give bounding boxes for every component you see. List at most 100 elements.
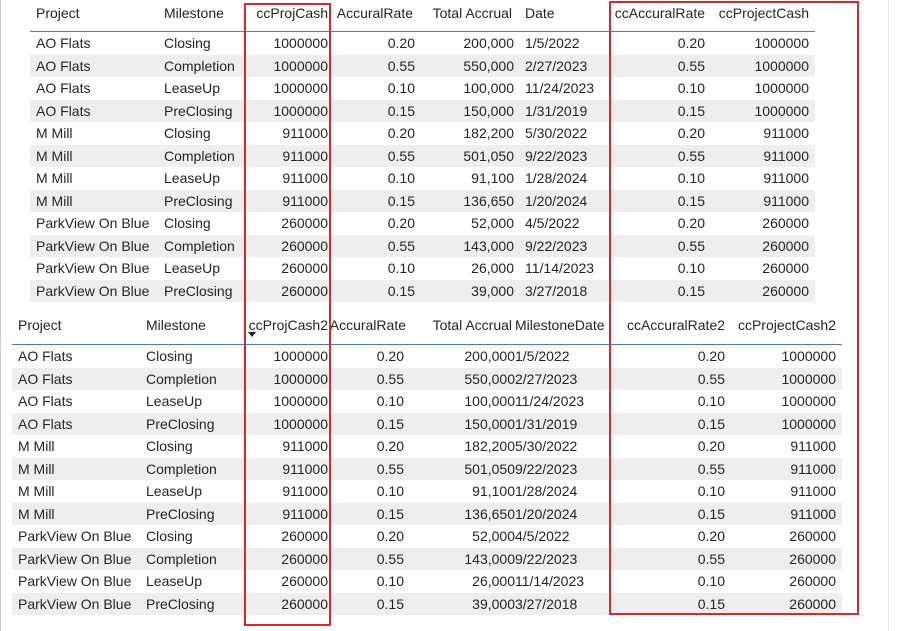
table-row[interactable]: ParkView On Blue Closing 260000 0.20 52,000 4… [12, 525, 842, 548]
cell-milestone: PreClosing [146, 505, 215, 522]
table-row[interactable]: M Mill LeaseUp 911000 0.10 91,100 1/28/2024 0.… [30, 167, 815, 190]
col-header-milestone[interactable]: Milestone [164, 0, 224, 26]
table-row[interactable]: ParkView On Blue LeaseUp 260000 0.10 26,000 1… [12, 570, 842, 593]
table-row[interactable]: ParkView On Blue Completion 260000 0.55 143,… [12, 547, 842, 570]
col-header-milestonedate[interactable]: MilestoneDate [515, 312, 605, 338]
table-row[interactable]: M Mill LeaseUp 911000 0.10 91,100 1/28/2024 0.… [12, 480, 842, 503]
table-row[interactable]: ParkView On Blue Completion 260000 0.55 143,… [30, 234, 815, 257]
cell-ccprojcash2: 260000 [281, 550, 328, 567]
cell-milestonedate: 2/27/2023 [515, 370, 578, 387]
cell-accuralrate: 0.55 [376, 460, 404, 477]
cell-ccprojcash: 911000 [282, 170, 328, 186]
col-header-ccprojectcash2[interactable]: ccProjectCash2 [738, 312, 836, 338]
cell-milestonedate: 1/20/2024 [515, 505, 578, 522]
cell-date: 1/20/2024 [525, 192, 588, 209]
cell-ccprojcash: 1000000 [273, 80, 328, 96]
table-row[interactable]: M Mill PreClosing 911000 0.15 136,650 1/20/20… [30, 189, 815, 212]
cell-total-accrual: 91,100 [472, 483, 515, 499]
col-header-ccprojectcash[interactable]: ccProjectCash [719, 0, 809, 26]
cell-ccprojectcash: 1000000 [754, 102, 809, 119]
cell-ccaccuralrate2: 0.55 [697, 460, 725, 477]
sort-descending-icon[interactable] [248, 332, 256, 337]
table-row[interactable]: AO Flats LeaseUp 1000000 0.10 100,000 11/24/2… [30, 77, 815, 100]
cell-ccprojectcash: 1000000 [754, 80, 809, 96]
table-row[interactable]: M Mill Completion 911000 0.55 501,050 9/22/20… [30, 144, 815, 167]
cell-ccprojcash: 911000 [282, 192, 328, 209]
table-row[interactable]: AO Flats Completion 1000000 0.55 550,000 2/27… [30, 54, 815, 77]
table-row[interactable]: M Mill Closing 911000 0.20 182,200 5/30/2022 0… [30, 122, 815, 145]
cell-accuralrate: 0.10 [376, 393, 404, 409]
col-header-accuralrate[interactable]: AccuralRate [337, 0, 413, 26]
cell-ccaccuralrate: 0.15 [677, 102, 705, 119]
cell-project: AO Flats [18, 415, 73, 432]
table-row[interactable]: AO Flats Completion 1000000 0.55 550,000 2/27… [12, 367, 842, 390]
cell-ccprojectcash2: 911000 [790, 438, 836, 454]
cell-ccprojectcash2: 1000000 [781, 415, 836, 432]
bottom-table-visual[interactable]: Project Milestone ccProjCash2 AccuralRat… [12, 312, 842, 615]
col-header-project[interactable]: Project [18, 312, 62, 338]
cell-ccprojcash2: 911000 [282, 505, 328, 522]
col-header-project[interactable]: Project [36, 0, 80, 26]
cell-project: ParkView On Blue [36, 282, 150, 299]
cell-milestone: PreClosing [146, 595, 215, 612]
cell-milestone: LeaseUp [164, 260, 221, 276]
cell-milestone: Closing [164, 125, 211, 141]
table-row[interactable]: AO Flats PreClosing 1000000 0.15 150,000 1/31… [30, 99, 815, 122]
cell-ccprojectcash: 911000 [763, 170, 809, 186]
cell-ccaccuralrate: 0.55 [677, 57, 705, 74]
table-row[interactable]: AO Flats LeaseUp 1000000 0.10 100,000 11/24/2… [12, 390, 842, 413]
cell-total-accrual: 143,000 [464, 550, 515, 567]
cell-ccaccuralrate: 0.20 [677, 215, 705, 231]
cell-total-accrual: 550,000 [463, 57, 514, 74]
cell-ccaccuralrate: 0.10 [677, 80, 705, 96]
cell-accuralrate: 0.20 [387, 35, 415, 51]
cell-milestone: Completion [146, 460, 217, 477]
col-header-ccaccuralrate2[interactable]: ccAccuralRate2 [627, 312, 725, 338]
cell-date: 11/24/2023 [525, 80, 595, 96]
cell-ccaccuralrate2: 0.10 [697, 483, 725, 499]
cell-total-accrual: 501,050 [464, 460, 515, 477]
cell-ccprojcash2: 1000000 [273, 348, 328, 364]
cell-ccprojectcash2: 1000000 [781, 348, 836, 364]
cell-ccprojcash2: 1000000 [273, 393, 328, 409]
cell-accuralrate: 0.10 [387, 170, 415, 186]
table-row[interactable]: ParkView On Blue PreClosing 260000 0.15 39,0… [12, 592, 842, 615]
cell-project: ParkView On Blue [18, 550, 132, 567]
cell-project: M Mill [18, 460, 55, 477]
table-row[interactable]: ParkView On Blue Closing 260000 0.20 52,000 4… [30, 212, 815, 235]
bottom-table-body: AO Flats Closing 1000000 0.20 200,000 1/5/202… [12, 345, 842, 615]
cell-total-accrual: 501,050 [463, 147, 514, 164]
table-row[interactable]: M Mill PreClosing 911000 0.15 136,650 1/20/20… [12, 502, 842, 525]
cell-ccaccuralrate: 0.20 [677, 35, 705, 51]
cell-project: ParkView On Blue [36, 215, 150, 231]
table-row[interactable]: AO Flats PreClosing 1000000 0.15 150,000 1/31… [12, 412, 842, 435]
cell-total-accrual: 52,000 [472, 528, 515, 544]
cell-total-accrual: 136,650 [463, 192, 514, 209]
table-row[interactable]: AO Flats Closing 1000000 0.20 200,000 1/5/202… [30, 32, 815, 55]
col-header-ccprojcash[interactable]: ccProjCash [256, 0, 328, 26]
cell-project: ParkView On Blue [18, 595, 132, 612]
table-row[interactable]: ParkView On Blue LeaseUp 260000 0.10 26,000 1… [30, 257, 815, 280]
cell-date: 2/27/2023 [525, 57, 588, 74]
cell-accuralrate: 0.15 [376, 505, 404, 522]
table-row[interactable]: ParkView On Blue PreClosing 260000 0.15 39,0… [30, 279, 815, 302]
cell-milestone: PreClosing [164, 192, 233, 209]
cell-project: ParkView On Blue [18, 528, 132, 544]
table-row[interactable]: M Mill Closing 911000 0.20 182,200 5/30/2022 0… [12, 435, 842, 458]
table-row[interactable]: AO Flats Closing 1000000 0.20 200,000 1/5/202… [12, 345, 842, 368]
cell-milestonedate: 9/22/2023 [515, 550, 578, 567]
col-header-milestone[interactable]: Milestone [146, 312, 206, 338]
col-header-total-accrual[interactable]: Total Accrual [433, 312, 512, 338]
top-table-header-row: Project Milestone ccProjCash AccuralRate… [30, 0, 815, 32]
col-header-total-accrual[interactable]: Total Accrual [433, 0, 512, 26]
table-row[interactable]: M Mill Completion 911000 0.55 501,050 9/22/20… [12, 457, 842, 480]
cell-accuralrate: 0.55 [387, 57, 415, 74]
cell-milestonedate: 11/24/2023 [515, 393, 585, 409]
col-header-ccprojcash2[interactable]: ccProjCash2 [249, 312, 328, 338]
col-header-ccaccuralrate[interactable]: ccAccuralRate [615, 0, 705, 26]
top-table-visual[interactable]: Project Milestone ccProjCash AccuralRate… [30, 0, 815, 302]
col-header-accuralrate[interactable]: AccuralRate [330, 312, 406, 338]
col-header-date[interactable]: Date [525, 0, 555, 26]
left-border [0, 0, 1, 631]
cell-ccprojcash: 1000000 [273, 57, 328, 74]
